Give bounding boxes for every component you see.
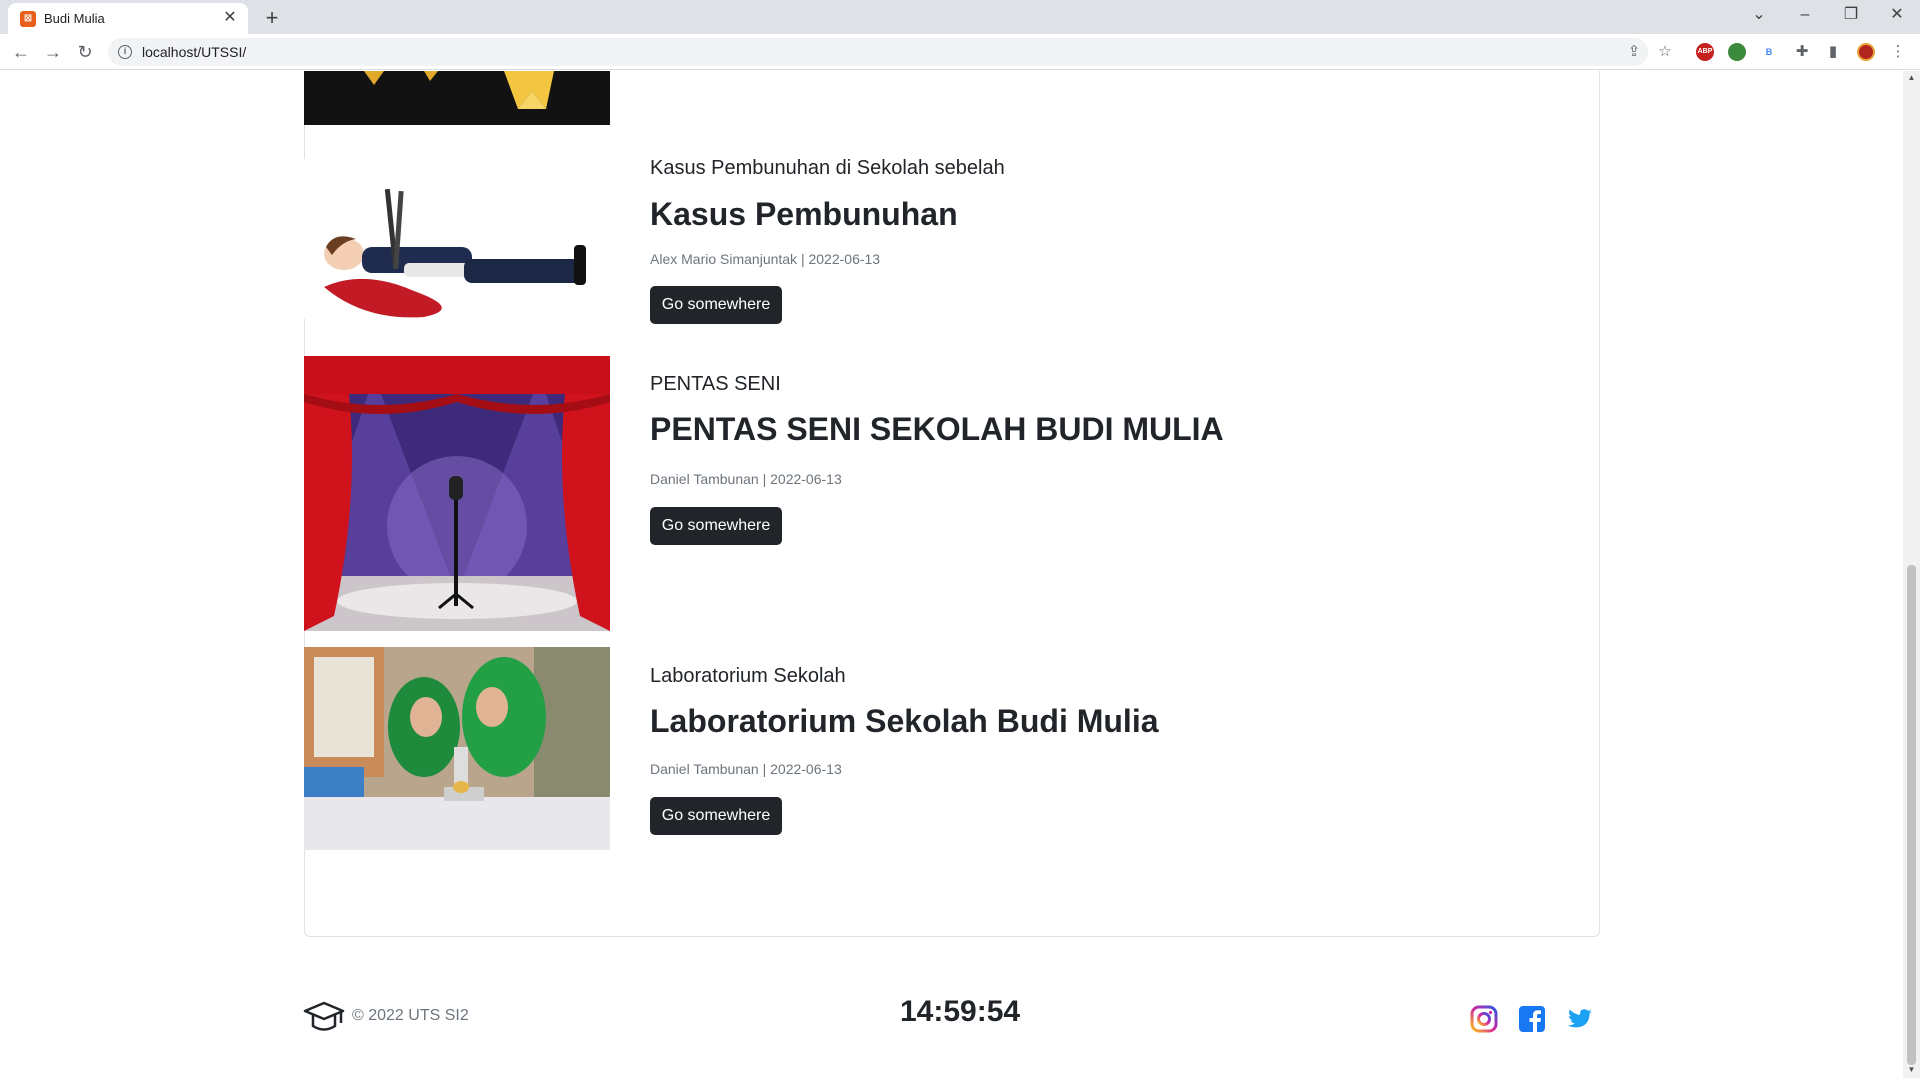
previous-post-image xyxy=(304,71,610,125)
crime-scene-image xyxy=(304,159,610,319)
go-somewhere-button[interactable]: Go somewhere xyxy=(650,507,782,545)
scroll-up-arrow-icon[interactable]: ▲ xyxy=(1907,73,1916,82)
bookmark-star-icon[interactable]: ☆ xyxy=(1655,42,1675,62)
adblock-extension-icon[interactable]: ABP xyxy=(1696,43,1714,61)
post-meta: Alex Mario Simanjuntak | 2022-06-13 xyxy=(650,251,881,267)
go-somewhere-button[interactable]: Go somewhere xyxy=(650,797,782,835)
laboratory-photo xyxy=(304,647,610,850)
browser-toolbar: ← → ↻ i localhost/UTSSI/ ⇪ ☆ ABP B ✚ ▮ ⋮ xyxy=(0,34,1920,70)
restore-button[interactable]: ❐ xyxy=(1828,0,1874,34)
url-text[interactable]: localhost/UTSSI/ xyxy=(142,44,246,60)
side-panel-icon[interactable]: ▮ xyxy=(1823,42,1843,62)
extension-globe-icon[interactable] xyxy=(1728,43,1746,61)
close-tab-icon[interactable]: ✕ xyxy=(220,8,240,28)
new-tab-button[interactable]: + xyxy=(258,4,286,32)
post-subtitle: PENTAS SENI xyxy=(650,373,781,395)
reload-icon[interactable]: ↻ xyxy=(71,38,99,66)
digital-clock: 14:59:54 xyxy=(900,995,1021,1028)
instagram-icon[interactable] xyxy=(1470,1005,1498,1033)
tab-title: Budi Mulia xyxy=(44,11,105,26)
scrollbar-thumb[interactable] xyxy=(1907,565,1916,1065)
stage-curtain-image xyxy=(304,356,610,631)
post-subtitle: Laboratorium Sekolah xyxy=(650,665,846,687)
back-arrow-icon[interactable]: ← xyxy=(7,38,35,66)
post-meta: Daniel Tambunan | 2022-06-13 xyxy=(650,471,842,487)
post-title: Kasus Pembunuhan xyxy=(650,196,958,232)
forward-arrow-icon[interactable]: → xyxy=(39,38,67,66)
extensions-puzzle-icon[interactable]: ✚ xyxy=(1792,42,1812,62)
page-viewport: Kasus Pembunuhan di Sekolah sebelah Kasu… xyxy=(0,71,1903,1078)
vertical-scrollbar[interactable]: ▲ ▼ xyxy=(1903,71,1920,1078)
post-subtitle: Kasus Pembunuhan di Sekolah sebelah xyxy=(650,157,1005,179)
facebook-icon[interactable] xyxy=(1518,1005,1546,1033)
scroll-down-arrow-icon[interactable]: ▼ xyxy=(1907,1065,1916,1074)
graduation-cap-icon xyxy=(303,1001,345,1031)
footer-copyright: © 2022 UTS SI2 xyxy=(352,1007,469,1024)
go-somewhere-button[interactable]: Go somewhere xyxy=(650,286,782,324)
xampp-favicon-icon: ⊠ xyxy=(20,11,36,27)
tab-search-icon[interactable]: ⌄ xyxy=(1736,0,1782,34)
close-window-button[interactable]: ✕ xyxy=(1874,0,1920,34)
site-info-icon[interactable]: i xyxy=(118,45,132,59)
browser-menu-icon[interactable]: ⋮ xyxy=(1888,42,1908,62)
post-meta: Daniel Tambunan | 2022-06-13 xyxy=(650,761,842,777)
twitter-icon[interactable] xyxy=(1566,1005,1594,1033)
profile-avatar[interactable] xyxy=(1857,43,1875,61)
post-title: Laboratorium Sekolah Budi Mulia xyxy=(650,703,1159,739)
post-title: PENTAS SENI SEKOLAH BUDI MULIA xyxy=(650,411,1224,447)
browser-tab-strip: ⊠ Budi Mulia ✕ + ⌄ – ❐ ✕ xyxy=(0,0,1920,34)
address-bar[interactable]: i localhost/UTSSI/ ⇪ xyxy=(108,38,1648,66)
browser-tab[interactable]: ⊠ Budi Mulia ✕ xyxy=(8,3,248,34)
extension-b-icon[interactable]: B xyxy=(1760,43,1778,61)
share-icon[interactable]: ⇪ xyxy=(1624,42,1644,62)
minimize-button[interactable]: – xyxy=(1782,0,1828,34)
